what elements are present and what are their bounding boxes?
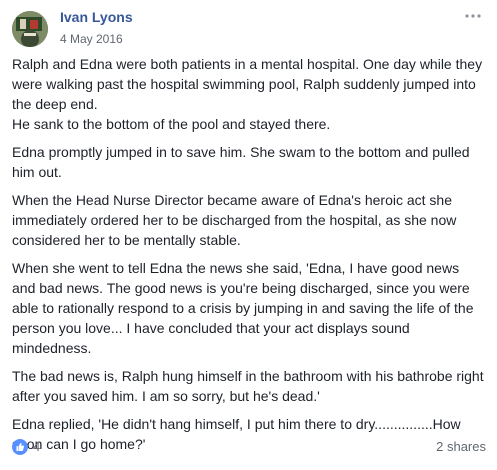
post-paragraph: When the Head Nurse Director became awar… <box>12 192 457 248</box>
post-header: Ivan Lyons 4 May 2016 <box>12 8 482 48</box>
share-count[interactable]: 2 shares <box>436 439 486 454</box>
post-paragraph: The bad news is, Ralph hung himself in t… <box>12 368 484 404</box>
post-body: Ralph and Edna were both patients in a m… <box>12 54 486 462</box>
post-paragraph: Edna promptly jumped in to save him. She… <box>12 144 470 180</box>
thumbs-up-icon <box>16 442 25 451</box>
avatar-image <box>12 11 48 47</box>
post-footer: 4 2 shares <box>12 438 486 458</box>
post-paragraph: Ralph and Edna were both patients in a m… <box>12 56 483 132</box>
author-name[interactable]: Ivan Lyons <box>60 9 133 25</box>
post-date[interactable]: 4 May 2016 <box>60 32 123 46</box>
reaction-count[interactable]: 4 <box>33 439 40 454</box>
post-paragraph: When she went to tell Edna the news she … <box>12 260 474 356</box>
author-avatar[interactable] <box>12 11 48 47</box>
like-icon[interactable] <box>12 439 28 455</box>
post-card: Ivan Lyons 4 May 2016 Ralph and Edna wer… <box>0 0 497 470</box>
more-options-icon[interactable] <box>464 10 482 22</box>
